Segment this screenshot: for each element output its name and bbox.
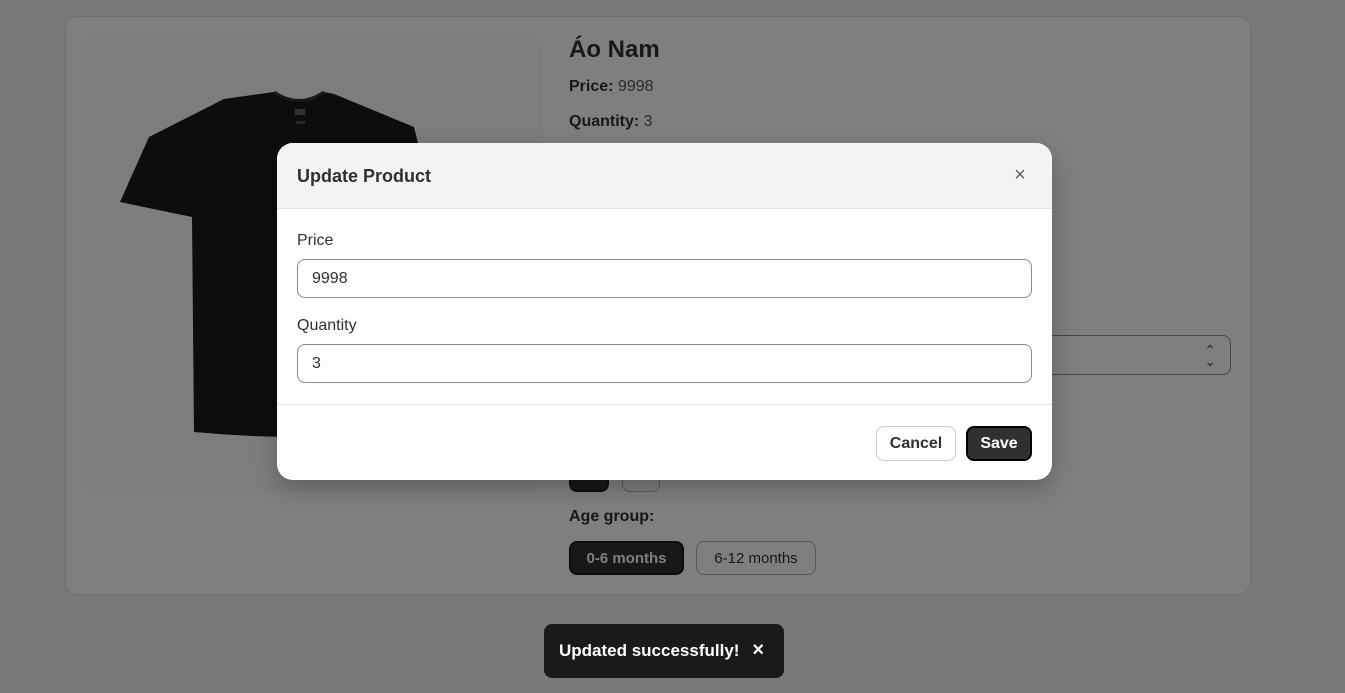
close-icon[interactable]: ×: [752, 639, 764, 661]
save-button[interactable]: Save: [966, 426, 1032, 461]
update-product-modal: Update Product × Price Quantity Cancel S…: [277, 143, 1052, 480]
quantity-field-label: Quantity: [297, 317, 357, 334]
quantity-input[interactable]: [297, 344, 1032, 383]
toast-message: Updated successfully!: [559, 641, 740, 660]
price-field-label: Price: [297, 232, 334, 249]
modal-header: Update Product ×: [277, 143, 1052, 209]
success-toast: Updated successfully! ×: [544, 624, 784, 678]
close-icon[interactable]: ×: [1008, 164, 1032, 188]
modal-footer: Cancel Save: [277, 404, 1052, 480]
cancel-button[interactable]: Cancel: [876, 426, 956, 461]
modal-title: Update Product: [297, 166, 432, 186]
price-input[interactable]: [297, 259, 1032, 298]
